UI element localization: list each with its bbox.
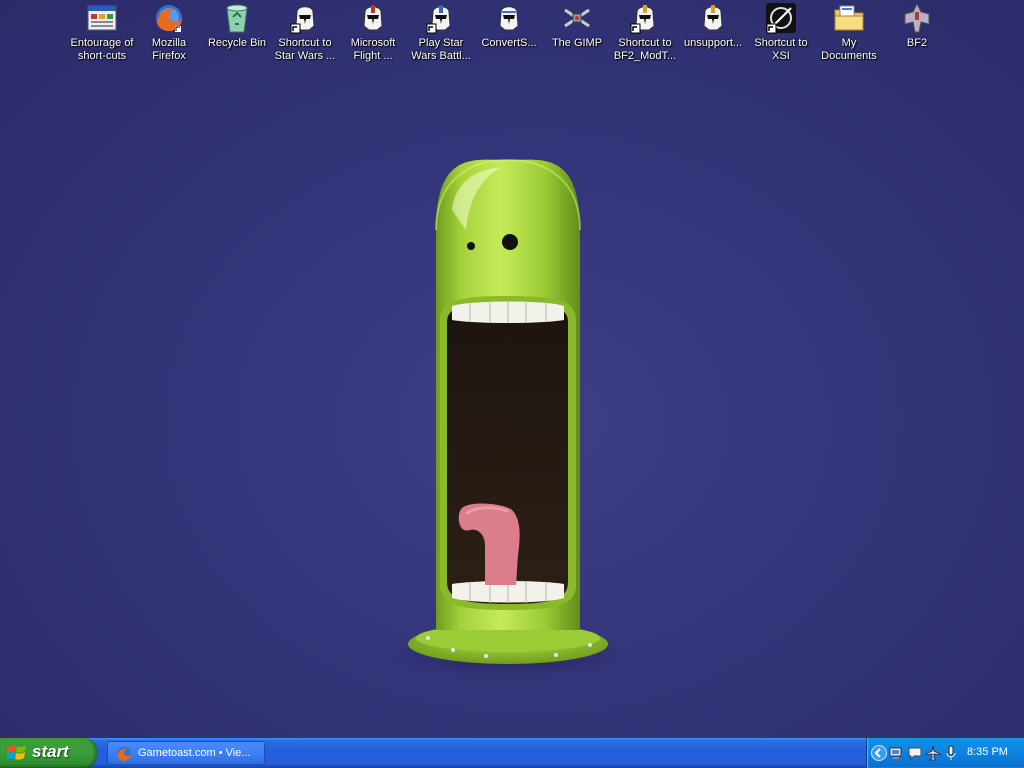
firefox-icon (153, 2, 185, 34)
wallpaper-character (385, 158, 635, 678)
windows-logo-icon (7, 745, 26, 760)
clone-trooper-red-icon (357, 2, 389, 34)
desktop-icon-label: Mozilla Firefox (151, 37, 187, 62)
desktop-icon-label: Play Star Wars Battl... (411, 37, 471, 62)
network-icon[interactable] (889, 745, 905, 761)
recycle-bin-icon (221, 2, 253, 34)
xwing-icon (561, 2, 593, 34)
firefox-icon (117, 747, 131, 761)
messenger-icon[interactable] (907, 745, 923, 761)
desktop-icon-gimp[interactable]: The GIMP (541, 2, 613, 50)
show-hidden-icons-button[interactable] (871, 745, 887, 761)
xsi-icon (765, 2, 797, 34)
desktop-icon-label: Shortcut to BF2_ModT... (613, 37, 677, 62)
clone-trooper-yellow-icon (629, 2, 661, 34)
folder-icon (833, 2, 865, 34)
desktop-icon-label: BF2 (906, 37, 928, 49)
clone-trooper-yellow-icon (697, 2, 729, 34)
clock[interactable]: 8:35 PM (967, 746, 1008, 758)
desktop-icon-label: The GIMP (551, 37, 603, 49)
start-label: start (32, 742, 69, 761)
taskbar-task-firefox[interactable]: Gametoast.com • Vie... (107, 741, 265, 765)
starfighter-icon (901, 2, 933, 34)
desktop[interactable]: Entourage of short-cuts Mozilla Firefox … (0, 0, 1024, 738)
desktop-icon-label: Recycle Bin (207, 37, 267, 49)
desktop-icon-star-wars-shortcut[interactable]: Shortcut to Star Wars ... (269, 2, 341, 63)
desktop-icon-label: Shortcut to XSI (754, 37, 808, 62)
desktop-icon-label: unsupport... (683, 37, 743, 49)
desktop-icon-unsupported[interactable]: unsupport... (677, 2, 749, 50)
desktop-icon-label: ConvertS... (481, 37, 537, 49)
clone-trooper-blue-icon (425, 2, 457, 34)
desktop-icon-bf2-modtools[interactable]: Shortcut to BF2_ModT... (609, 2, 681, 63)
clone-trooper-blue-icon (493, 2, 525, 34)
desktop-icon-entourage[interactable]: Entourage of short-cuts (66, 2, 138, 63)
clone-trooper-icon (289, 2, 321, 34)
desktop-icon-label: Microsoft Flight ... (350, 37, 396, 62)
taskbar: start Gametoast.com • Vie... 8:35 PM (0, 738, 1024, 768)
desktop-icon-bf2[interactable]: BF2 (881, 2, 953, 50)
start-button[interactable]: start (0, 738, 97, 768)
desktop-icon-firefox[interactable]: Mozilla Firefox (133, 2, 205, 63)
chevron-left-icon (874, 748, 881, 758)
desktop-icon-label: Shortcut to Star Wars ... (274, 37, 336, 62)
desktop-icon-microsoft-flight[interactable]: Microsoft Flight ... (337, 2, 409, 63)
airplane-icon[interactable] (925, 745, 941, 761)
microphone-icon[interactable] (943, 745, 959, 761)
system-tray: 8:35 PM (866, 738, 1024, 768)
desktop-icon-xsi[interactable]: Shortcut to XSI (745, 2, 817, 63)
desktop-icon-my-documents[interactable]: My Documents (813, 2, 885, 63)
desktop-icon-label: Entourage of short-cuts (70, 37, 134, 62)
window-app-icon (86, 2, 118, 34)
desktop-icons: Entourage of short-cuts Mozilla Firefox … (0, 0, 1024, 70)
desktop-icon-play-star-wars[interactable]: Play Star Wars Battl... (405, 2, 477, 63)
desktop-icon-label: My Documents (821, 37, 877, 62)
taskbar-task-label: Gametoast.com • Vie... (138, 747, 251, 759)
desktop-icon-converts[interactable]: ConvertS... (473, 2, 545, 50)
desktop-icon-recycle-bin[interactable]: Recycle Bin (201, 2, 273, 50)
